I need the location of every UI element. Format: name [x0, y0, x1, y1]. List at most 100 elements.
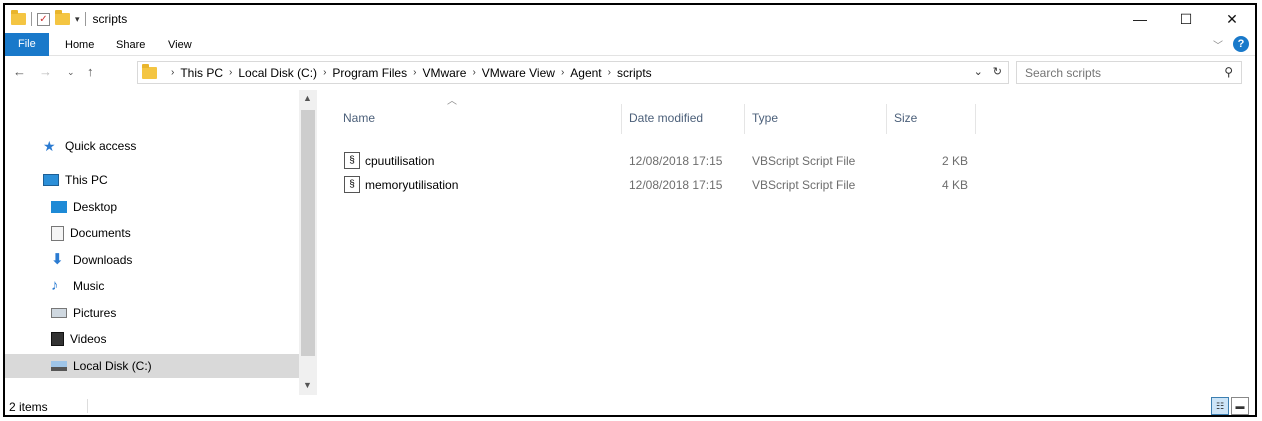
computer-icon — [43, 174, 59, 186]
sidebar-item-label: Downloads — [73, 253, 133, 267]
recent-locations-icon[interactable]: ⌄ — [67, 67, 75, 78]
file-row-memoryutilisation[interactable]: § memoryutilisation 12/08/2018 17:15 VBS… — [341, 174, 971, 196]
file-type: VBScript Script File — [752, 154, 856, 168]
column-divider[interactable] — [621, 104, 622, 134]
breadcrumb-agent[interactable]: Agent — [570, 66, 601, 80]
star-icon: ★ — [43, 138, 56, 154]
column-header-type[interactable]: Type — [752, 111, 778, 125]
sidebar-item-label: Local Disk (C:) — [73, 359, 152, 373]
folder-icon — [142, 63, 157, 79]
sidebar-item-label: Desktop — [73, 200, 118, 214]
nav-pane-scrollbar[interactable]: ▲ ▼ — [299, 90, 317, 395]
up-icon[interactable]: ↑ — [87, 64, 94, 79]
sidebar-item-local-disk[interactable]: Local Disk (C:) — [5, 354, 299, 378]
breadcrumb-separator-icon[interactable]: › — [413, 67, 416, 78]
details-view-icon[interactable]: ☷ — [1211, 397, 1229, 415]
close-button[interactable]: ✕ — [1209, 5, 1255, 33]
sidebar-item-label: Videos — [70, 332, 107, 346]
sidebar-item-label: Pictures — [73, 306, 117, 320]
maximize-button[interactable]: ☐ — [1163, 5, 1209, 33]
search-input[interactable] — [1025, 65, 1205, 80]
scrollbar-thumb[interactable] — [301, 110, 315, 356]
file-row-cpuutilisation[interactable]: § cpuutilisation 12/08/2018 17:15 VBScri… — [341, 150, 971, 172]
forward-icon[interactable]: → — [39, 64, 52, 79]
tab-share[interactable]: Share — [105, 35, 156, 55]
item-count: 2 items — [9, 400, 48, 414]
window-title: scripts — [92, 12, 128, 26]
breadcrumb-separator-icon[interactable]: › — [561, 67, 564, 78]
large-icons-view-icon[interactable]: ▬ — [1231, 397, 1249, 415]
sidebar-item-downloads[interactable]: ⬇ Downloads — [51, 248, 132, 272]
title-bar: ✓ ▾ scripts — ☐ ✕ — [5, 5, 1255, 33]
search-icon[interactable]: ⚲ — [1224, 65, 1233, 79]
sidebar-item-desktop[interactable]: Desktop — [51, 195, 117, 219]
address-history-icon[interactable]: ⌄ — [974, 65, 983, 78]
toolbar-divider — [84, 12, 86, 26]
column-header-date-modified[interactable]: Date modified — [629, 111, 703, 125]
file-size: 4 KB — [941, 178, 968, 192]
expand-ribbon-icon[interactable]: ﹀ — [1213, 37, 1223, 52]
sidebar-item-videos[interactable]: Videos — [51, 327, 106, 351]
toolbar-divider — [31, 12, 32, 26]
breadcrumb-this-pc[interactable]: This PC — [180, 66, 223, 80]
help-icon[interactable]: ? — [1233, 36, 1249, 52]
sidebar-item-quick-access[interactable]: ★ Quick access — [43, 134, 136, 158]
breadcrumb-program-files[interactable]: Program Files — [332, 66, 407, 80]
navigation-bar: ← → ⌄ ↑ › This PC › Local Disk (C:) › Pr… — [5, 56, 1255, 90]
folder-icon[interactable] — [11, 10, 26, 25]
back-icon[interactable]: ← — [13, 64, 26, 79]
sidebar-item-this-pc[interactable]: This PC — [43, 168, 108, 192]
ribbon-tabs: File Home Share View ﹀ ? — [5, 33, 1255, 56]
tab-file[interactable]: File — [5, 33, 49, 56]
explorer-window: ✓ ▾ scripts — ☐ ✕ File Home Share View ﹀… — [3, 3, 1257, 417]
customize-toolbar-icon[interactable]: ▾ — [75, 14, 80, 25]
sidebar-item-documents[interactable]: Documents — [51, 221, 131, 245]
breadcrumb-separator-icon[interactable]: › — [323, 67, 326, 78]
vbscript-file-icon: § — [344, 176, 360, 193]
scroll-down-icon[interactable]: ▼ — [303, 380, 312, 390]
sort-ascending-icon: ︿ — [447, 96, 457, 107]
sidebar-item-music[interactable]: ♪ Music — [51, 274, 104, 298]
column-divider[interactable] — [744, 104, 745, 134]
drive-icon — [51, 361, 67, 371]
search-box[interactable]: ⚲ — [1016, 61, 1242, 84]
sidebar-item-label: Music — [73, 279, 105, 293]
breadcrumb-vmware-view[interactable]: VMware View — [482, 66, 555, 80]
sidebar-item-label: Quick access — [65, 139, 137, 153]
new-folder-icon[interactable] — [55, 10, 70, 25]
window-controls: — ☐ ✕ — [1117, 5, 1255, 33]
column-header-size[interactable]: Size — [894, 111, 917, 125]
sidebar-item-label: Documents — [70, 226, 131, 240]
file-size: 2 KB — [941, 154, 968, 168]
address-bar[interactable]: › This PC › Local Disk (C:) › Program Fi… — [137, 61, 1009, 84]
file-list: ︿ Name Date modified Type Size § cpuutil… — [319, 90, 1255, 395]
status-bar: 2 items ☷ ▬ — [5, 396, 1255, 417]
desktop-icon — [51, 201, 67, 213]
breadcrumb-separator-icon[interactable]: › — [171, 67, 174, 78]
file-name: cpuutilisation — [365, 154, 435, 168]
breadcrumb-separator-icon[interactable]: › — [608, 67, 611, 78]
tab-view[interactable]: View — [157, 35, 203, 55]
vbscript-file-icon: § — [344, 152, 360, 169]
refresh-icon[interactable]: ↻ — [993, 65, 1002, 78]
breadcrumb-separator-icon[interactable]: › — [229, 67, 232, 78]
minimize-button[interactable]: — — [1117, 5, 1163, 33]
breadcrumb-local-disk[interactable]: Local Disk (C:) — [238, 66, 317, 80]
sidebar-item-label: This PC — [65, 173, 108, 187]
file-date-modified: 12/08/2018 17:15 — [629, 178, 723, 192]
column-divider[interactable] — [886, 104, 887, 134]
column-header-name[interactable]: Name — [343, 111, 375, 125]
column-divider[interactable] — [975, 104, 976, 134]
properties-icon[interactable]: ✓ — [37, 12, 50, 26]
status-divider — [87, 399, 88, 413]
breadcrumb-separator-icon[interactable]: › — [472, 67, 475, 78]
scroll-up-icon[interactable]: ▲ — [303, 93, 312, 103]
breadcrumb-scripts[interactable]: scripts — [617, 66, 652, 80]
videos-icon — [51, 332, 64, 346]
downloads-icon: ⬇ — [51, 251, 64, 268]
tab-home[interactable]: Home — [54, 35, 105, 55]
sidebar-item-pictures[interactable]: Pictures — [51, 301, 116, 325]
quick-access-toolbar: ✓ ▾ scripts — [11, 10, 127, 28]
view-switcher: ☷ ▬ — [1211, 397, 1249, 415]
breadcrumb-vmware[interactable]: VMware — [422, 66, 466, 80]
